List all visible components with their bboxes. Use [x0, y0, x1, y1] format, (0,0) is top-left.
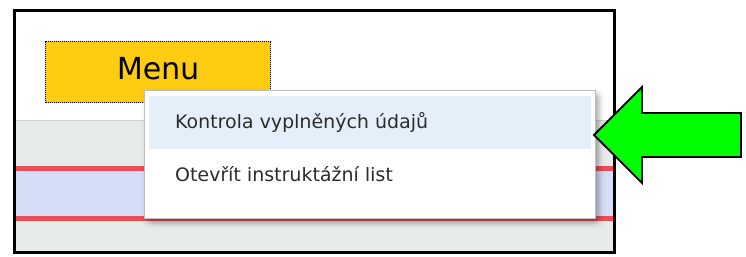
menu-dropdown: Kontrola vyplněných údajů Otevřít instru…	[144, 90, 596, 219]
green-arrow-icon	[592, 84, 742, 186]
menu-item-check-data[interactable]: Kontrola vyplněných údajů	[149, 96, 591, 149]
menu-item-open-instructions[interactable]: Otevřít instruktážní list	[149, 149, 591, 202]
